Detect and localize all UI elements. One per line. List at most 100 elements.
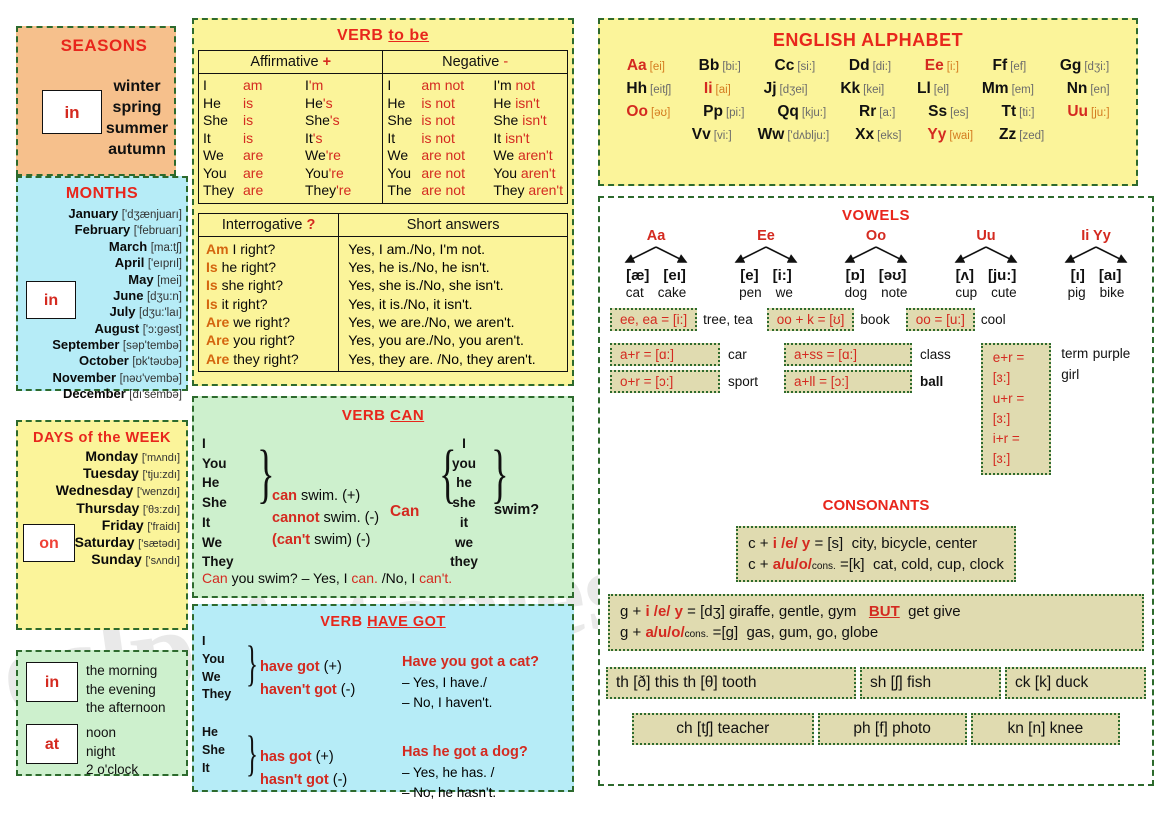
branch-arrows-icon [1064,246,1128,263]
letter-ipa: [kei] [863,84,885,96]
ipa-pair: [ɒ] [əʊ] [838,267,914,284]
verb: are [243,147,264,164]
list-item: the evening [86,681,156,697]
list-item: spring [112,99,162,117]
list-item: summer [105,120,169,138]
letter-ipa: [em] [1011,84,1034,96]
ipa-pair: [ʌ] [ju:] [948,267,1024,284]
short-subject: They [493,182,525,199]
answers-cell: Yes, I am./No, I'm not. Yes, he is./No, h… [338,235,568,372]
days-preposition-box: on [23,524,75,562]
letter-ipa: [di:] [872,61,892,73]
day-name: Wednesday [55,482,134,499]
question-sign: ? [306,216,316,233]
verb-have-got-title: VERB HAVE GOT [198,614,568,630]
interrogative-row: Is it right? [203,295,334,313]
day-row: Thursday ['θɜ:zdı] [22,500,180,517]
rule-box: o+r = [ɔ:] [610,370,720,393]
verb: is not [421,129,455,146]
ipa-pair: [e] [i:] [728,267,804,284]
rule-text: a+ll = [ɔ:] [794,374,849,389]
verb: is not [421,94,455,111]
month-ipa: ['eıprıl] [147,258,182,271]
rule-text: oo + k = [ʊ] [776,312,845,327]
letter-ipa: [ef] [1010,61,1027,73]
have-got-answer: – Yes, he has. / [402,765,495,781]
day-name: Thursday [76,499,140,516]
have-got-answer: – No, he hasn't. [402,784,497,800]
ipa-left: [e] [740,267,759,284]
alphabet-letter: Tt [ti:] [1002,103,1035,121]
word-left: pig [1067,285,1086,300]
letter-ipa: [əʊ] [650,107,671,119]
brace-icon: } [246,635,258,691]
short-verb: aren't [518,147,553,164]
word-right: cake [657,285,687,300]
pronoun: They [202,687,232,702]
verb-to-be-panel: VERB to be Affirmative + Negative - Iam I… [192,18,574,386]
can-form-row: can swim. (+) [272,486,379,508]
interrogative-row: Is she right? [203,276,334,294]
pronoun: You [202,651,225,666]
rule-examples: giraffe, gentle, gym [729,603,857,621]
example-mid: /No, I [377,570,420,586]
alphabet-letter: Ff [ef] [993,57,1027,75]
letter-glyph: Zz [999,126,1017,143]
months-panel: MONTHS January ['dʒænjuarı] February ['fe… [16,176,188,401]
short-verb: isn't [515,94,540,111]
subject: I [203,77,207,93]
g-rules-box: g + i /e/ y = [dʒ] giraffe, gentle, gym … [608,594,1144,651]
word-right: bike [1099,285,1125,300]
rule-col-3: e+r = [ɜ:] u+r = [ɜ:] i+r = [ɜ:] term pu… [980,343,1142,475]
alphabet-letter: Gg [dʒi:] [1060,57,1109,75]
g-rule-line: g + i /e/ y = [dʒ] giraffe, gentle, gym … [620,601,1132,622]
alphabet-letter: Kk [kei] [840,80,884,98]
can-question-word: Can [390,503,420,520]
day-row: Wednesday ['wenzdı] [22,482,180,499]
pronoun: they [450,554,478,570]
letter-glyph: Ss [928,103,948,120]
modal: (can't [272,531,311,548]
short-subject: She [493,112,519,129]
subject: It [387,129,396,146]
have-got-qa-group2: Has he got a dog? – Yes, he has. / – No,… [402,742,528,802]
day-ipa: ['tju:zdı] [142,469,180,482]
vowel-head: Ee [757,228,775,244]
digraph-box: ck [k] duck [1004,666,1147,699]
subject: We [203,147,224,164]
seasons-title: SEASONS [60,36,148,55]
word-pair: pen we [728,284,804,300]
short-subject: It [493,129,502,146]
branch-arrows-icon [624,246,688,263]
alphabet-letter: Yy [wai] [927,126,973,144]
letter-ipa: [kju:] [801,107,827,119]
letter-ipa: [el] [933,84,950,96]
digraphs-row-2: ch [tʃ] teacher ph [f] photo kn [n] knee [632,712,1120,745]
question-rest: we right? [233,314,291,330]
minus-sign: - [503,54,509,70]
day-ipa: ['fraidı] [147,520,180,533]
rule-box: oo + k = [ʊ] [766,308,855,331]
affirmative-negative-table: Affirmative + Negative - Iam I'm He is He's S… [197,50,568,204]
have-got-forms-group2: has got (+) hasn't got (-) [260,746,347,792]
rule-prefix: c + [748,555,773,573]
have-got-answer: – No, I haven't. [402,694,493,710]
table-header-row: Interrogative ? Short answers [197,212,568,237]
alphabet-letter: Dd [di:] [849,57,891,75]
letter-glyph: Nn [1066,80,1088,97]
question-rest: she right? [221,277,284,294]
rule-examples: car [728,347,747,362]
interrogative-row: Is he right? [203,258,334,276]
letter-ipa: [eitʃ] [650,84,672,96]
letter-ipa: [pi:] [725,107,745,119]
rule-prefix: g + [620,624,646,642]
question-word: Am [206,240,229,257]
rule-text: a+r = [ɑ:] [620,347,675,362]
letter-ipa: [eks] [877,130,902,142]
letter-glyph: Mm [981,80,1009,97]
letter-ipa: [en] [1090,84,1110,96]
month-name: November [52,369,117,385]
interrogative-row: Are we right? [203,313,334,331]
word-pair: cup cute [948,284,1024,300]
rule-text: a+ss = [ɑ:] [794,347,858,362]
